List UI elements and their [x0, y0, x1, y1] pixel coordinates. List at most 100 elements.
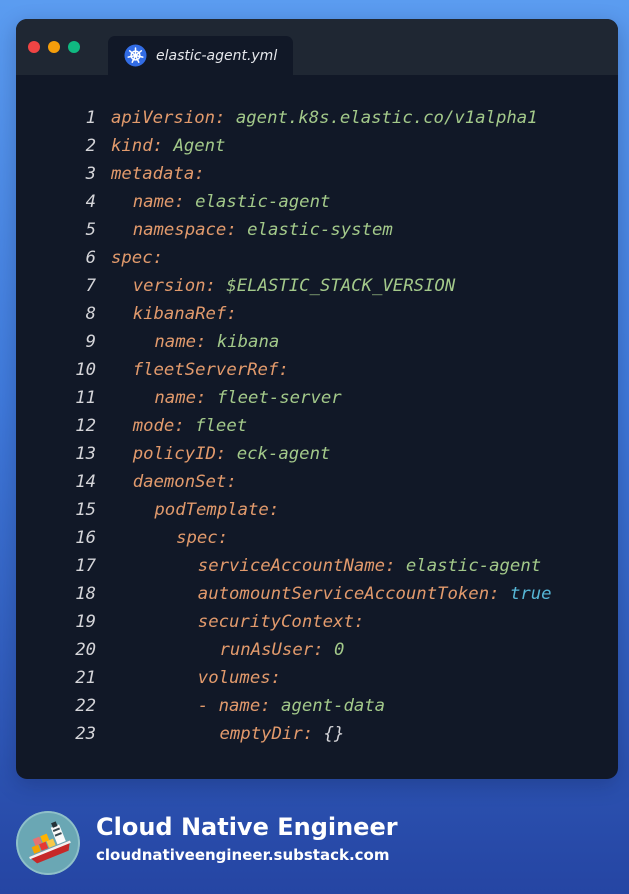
- line-content: kibanaRef:: [133, 300, 237, 328]
- yaml-punctuation: {}: [323, 724, 345, 744]
- line-content: namespace: elastic-system: [133, 216, 393, 244]
- line-number: 19: [75, 612, 96, 632]
- code-line[interactable]: 17 serviceAccountName: elastic-agent: [16, 552, 618, 580]
- code-line[interactable]: 12 mode: fleet: [16, 412, 618, 440]
- code-line[interactable]: 8 kibanaRef:: [16, 300, 618, 328]
- yaml-key: mode:: [132, 416, 185, 436]
- code-line[interactable]: 18 automountServiceAccountToken: true: [16, 580, 618, 608]
- code-line[interactable]: 20 runAsUser: 0: [16, 636, 618, 664]
- line-content: mode: fleet: [133, 412, 247, 440]
- yaml-key: version:: [132, 276, 216, 296]
- line-number: 7: [85, 276, 96, 296]
- yaml-value: elastic-agent: [195, 192, 331, 212]
- line-number: 1: [85, 108, 96, 128]
- line-content: name: elastic-agent: [133, 188, 331, 216]
- yaml-value: eck-agent: [236, 444, 331, 464]
- line-number: 22: [75, 696, 96, 716]
- code-area[interactable]: 1 apiVersion: agent.k8s.elastic.co/v1alph…: [16, 104, 618, 748]
- line-content: volumes:: [198, 664, 281, 692]
- code-line[interactable]: 3 metadata:: [16, 160, 618, 188]
- maximize-window-button[interactable]: [68, 41, 80, 53]
- code-line[interactable]: 22 - name: agent-data: [16, 692, 618, 720]
- line-number: 21: [75, 668, 96, 688]
- line-number: 17: [75, 556, 96, 576]
- code-line[interactable]: 5 namespace: elastic-system: [16, 216, 618, 244]
- line-number: 2: [85, 136, 96, 156]
- code-line[interactable]: 7 version: $ELASTIC_STACK_VERSION: [16, 272, 618, 300]
- footer-brand: Cloud Native Engineer cloudnativeenginee…: [16, 811, 616, 875]
- code-window: elastic-agent.yml 1 apiVersion: agent.k8s…: [16, 19, 618, 779]
- code-line[interactable]: 4 name: elastic-agent: [16, 188, 618, 216]
- code-line[interactable]: 16 spec:: [16, 524, 618, 552]
- yaml-key: metadata:: [111, 164, 205, 184]
- line-number: 10: [75, 360, 96, 380]
- code-line[interactable]: 15 podTemplate:: [16, 496, 618, 524]
- code-line[interactable]: 2 kind: Agent: [16, 132, 618, 160]
- code-line[interactable]: 14 daemonSet:: [16, 468, 618, 496]
- file-tab[interactable]: elastic-agent.yml: [108, 36, 293, 75]
- line-content: spec:: [111, 244, 163, 272]
- yaml-value: kibana: [216, 332, 280, 352]
- yaml-key: serviceAccountName:: [197, 556, 396, 576]
- yaml-key: apiVersion:: [111, 108, 226, 128]
- yaml-key: spec:: [111, 248, 164, 268]
- yaml-key: securityContext:: [197, 612, 365, 632]
- code-line[interactable]: 19 securityContext:: [16, 608, 618, 636]
- yaml-value: 0: [333, 640, 345, 660]
- code-line[interactable]: 10 fleetServerRef:: [16, 356, 618, 384]
- yaml-key: automountServiceAccountToken:: [197, 584, 500, 604]
- yaml-key: daemonSet:: [132, 472, 237, 492]
- line-content: runAsUser: 0: [220, 636, 345, 664]
- minimize-window-button[interactable]: [48, 41, 60, 53]
- line-number: 14: [75, 472, 96, 492]
- code-line[interactable]: 9 name: kibana: [16, 328, 618, 356]
- brand-url-link[interactable]: cloudnativeengineer.substack.com: [96, 844, 390, 866]
- yaml-key: runAsUser:: [219, 640, 324, 660]
- line-content: name: fleet-server: [154, 384, 341, 412]
- code-line[interactable]: 23 emptyDir: {}: [16, 720, 618, 748]
- code-line[interactable]: 11 name: fleet-server: [16, 384, 618, 412]
- line-content: - name: agent-data: [198, 692, 385, 720]
- yaml-boolean: true: [509, 584, 552, 604]
- yaml-key: kibanaRef:: [132, 304, 237, 324]
- yaml-value: fleet: [195, 416, 248, 436]
- line-number: 23: [75, 724, 96, 744]
- line-content: emptyDir: {}: [220, 720, 345, 748]
- line-number: 18: [75, 584, 96, 604]
- line-number: 12: [75, 416, 96, 436]
- line-number: 20: [75, 640, 96, 660]
- line-content: kind: Agent: [111, 132, 225, 160]
- tab-title: elastic-agent.yml: [156, 47, 278, 64]
- line-content: automountServiceAccountToken: true: [198, 580, 552, 608]
- code-line[interactable]: 1 apiVersion: agent.k8s.elastic.co/v1alph…: [16, 104, 618, 132]
- container-ship-icon: [16, 811, 80, 875]
- yaml-key: - name:: [197, 696, 271, 716]
- yaml-key: kind:: [111, 136, 164, 156]
- code-line[interactable]: 13 policyID: eck-agent: [16, 440, 618, 468]
- line-number: 16: [75, 528, 96, 548]
- line-content: fleetServerRef:: [133, 356, 289, 384]
- line-content: metadata:: [111, 160, 205, 188]
- close-window-button[interactable]: [28, 41, 40, 53]
- line-content: policyID: eck-agent: [133, 440, 331, 468]
- line-content: serviceAccountName: elastic-agent: [198, 552, 541, 580]
- code-line[interactable]: 21 volumes:: [16, 664, 618, 692]
- code-line[interactable]: 6 spec:: [16, 244, 618, 272]
- yaml-value: fleet-server: [216, 388, 342, 408]
- line-number: 6: [85, 248, 96, 268]
- yaml-key: namespace:: [132, 220, 237, 240]
- yaml-key: name:: [132, 192, 185, 212]
- yaml-key: volumes:: [197, 668, 282, 688]
